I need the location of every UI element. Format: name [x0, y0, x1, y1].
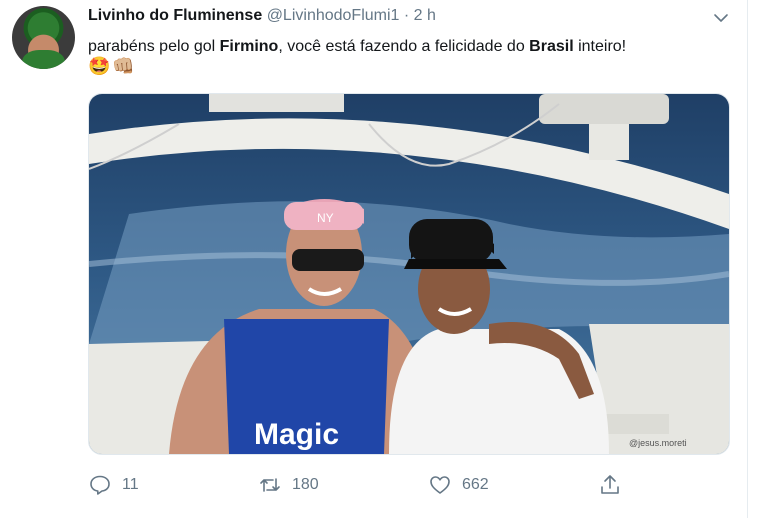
tweet-text-bold-firmino: Firmino — [219, 38, 279, 55]
tweet-actions: 11 180 662 — [88, 470, 728, 500]
retweet-icon — [260, 478, 280, 492]
reply-count: 11 — [122, 476, 139, 493]
tweet-text-part: inteiro! — [573, 38, 627, 55]
tweet[interactable]: Livinho do Fluminense @LivinhodoFlumi1 ·… — [0, 0, 748, 518]
share-button[interactable] — [598, 470, 632, 500]
tweet-emojis: 🤩👊🏼 — [88, 56, 137, 76]
tweet-photo[interactable]: Magic NY @jesus.moreti — [88, 93, 730, 455]
separator-dot: · — [403, 7, 410, 24]
retweet-count: 180 — [292, 476, 319, 493]
user-handle[interactable]: @LivinhodoFlumi1 — [267, 7, 400, 24]
retweet-button[interactable]: 180 — [258, 470, 319, 500]
like-count: 662 — [462, 476, 489, 493]
tweet-text-part: , você está fazendo a felicidade do — [278, 38, 530, 55]
like-button[interactable]: 662 — [428, 470, 489, 500]
tweet-text-part: parabéns pelo gol — [88, 38, 220, 55]
display-name[interactable]: Livinho do Fluminense — [88, 7, 262, 24]
photo-illustration: Magic NY @jesus.moreti — [89, 94, 729, 454]
tweet-header: Livinho do Fluminense @LivinhodoFlumi1 ·… — [88, 7, 707, 29]
share-icon — [601, 475, 619, 494]
avatar-shirt — [22, 50, 65, 69]
reply-icon — [90, 475, 110, 495]
timestamp[interactable]: 2 h — [414, 7, 436, 24]
tweet-text-bold-brasil: Brasil — [529, 38, 574, 55]
jersey-text: Magic — [254, 418, 339, 451]
like-icon — [430, 476, 450, 494]
chevron-down-icon[interactable] — [713, 10, 729, 26]
photo-watermark: @jesus.moreti — [629, 438, 687, 448]
cap-text: NY — [317, 211, 334, 225]
avatar[interactable] — [12, 6, 75, 69]
tweet-text: parabéns pelo gol Firmino, você está faz… — [88, 36, 723, 58]
reply-button[interactable]: 11 — [88, 470, 139, 500]
